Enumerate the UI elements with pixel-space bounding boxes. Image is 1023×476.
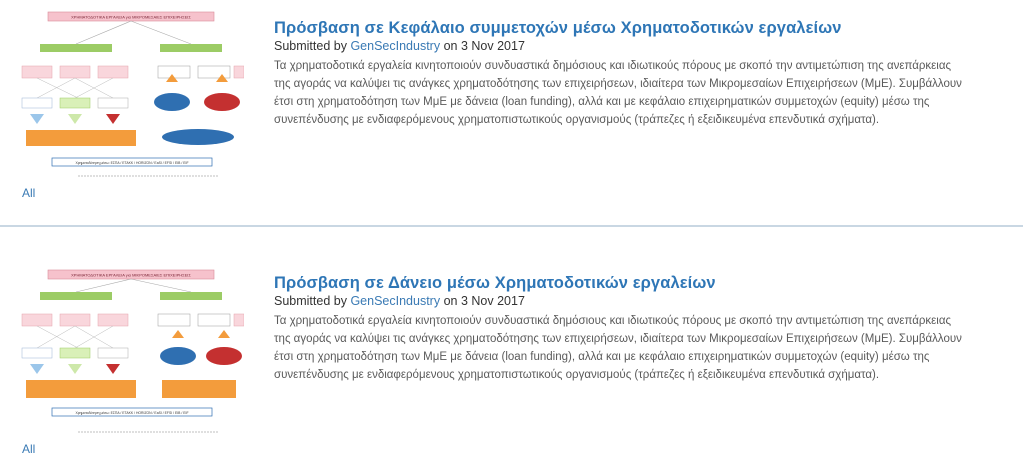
post-item: ΧΡΗΜΑΤΟΔΟΤΙΚΑ ΕΡΓΑΛΕΙΑ για ΜΙΚΡΟΜΕΣΑΙΕΣ … (0, 0, 1023, 226)
diagram-thumbnail-image: ΧΡΗΜΑΤΟΔΟΤΙΚΑ ΕΡΓΑΛΕΙΑ για ΜΙΚΡΟΜΕΣΑΙΕΣ … (21, 11, 245, 177)
submitted-by-label: Submitted by (274, 294, 347, 308)
post-date: 3 Nov 2017 (460, 39, 525, 53)
thumb-heading: ΧΡΗΜΑΤΟΔΟΤΙΚΑ ΕΡΓΑΛΕΙΑ για ΜΙΚΡΟΜΕΣΑΙΕΣ … (71, 15, 191, 20)
on-label: on (443, 39, 458, 53)
body-line: συνεπένδυσης με ενδιαφερόμενους χρηματοπ… (274, 369, 880, 381)
thumb-heading: ΧΡΗΜΑΤΟΔΟΤΙΚΑ ΕΡΓΑΛΕΙΑ για ΜΙΚΡΟΜΕΣΑΙΕΣ … (71, 273, 191, 278)
post-meta: Submitted by GenSecIndustry on 3 Nov 201… (274, 294, 525, 308)
diagram-thumbnail-image: ΧΡΗΜΑΤΟΔΟΤΙΚΑ ΕΡΓΑΛΕΙΑ για ΜΙΚΡΟΜΕΣΑΙΕΣ … (21, 269, 245, 433)
post-body: Τα χρηματοδοτικά εργαλεία κινητοποιούν σ… (274, 57, 1009, 129)
category-link[interactable]: All (22, 186, 35, 200)
on-label: on (443, 294, 458, 308)
thumb-footer: Χρηματοδότηση μέσω: ΕΣΠΑ / ΕΤΑΚΚ / HORIZ… (75, 411, 188, 415)
body-line: συνεπένδυσης με ενδιαφερόμενους χρηματοπ… (274, 114, 880, 126)
post-title-link[interactable]: Πρόσβαση σε Κεφάλαιο συμμετοχών μέσω Χρη… (274, 19, 842, 38)
body-line: της αγοράς να καλύψει τις ανάγκες χρηματ… (274, 333, 962, 345)
post-thumbnail[interactable]: ΧΡΗΜΑΤΟΔΟΤΙΚΑ ΕΡΓΑΛΕΙΑ για ΜΙΚΡΟΜΕΣΑΙΕΣ … (18, 268, 245, 440)
body-line: Τα χρηματοδοτικά εργαλεία κινητοποιούν σ… (274, 60, 952, 72)
author-link[interactable]: GenSecIndustry (350, 39, 440, 53)
body-line: της αγοράς να καλύψει τις ανάγκες χρηματ… (274, 78, 962, 90)
author-link[interactable]: GenSecIndustry (350, 294, 440, 308)
post-item: ΧΡΗΜΑΤΟΔΟΤΙΚΑ ΕΡΓΑΛΕΙΑ για ΜΙΚΡΟΜΕΣΑΙΕΣ … (0, 228, 1023, 476)
post-thumbnail[interactable]: ΧΡΗΜΑΤΟΔΟΤΙΚΑ ΕΡΓΑΛΕΙΑ για ΜΙΚΡΟΜΕΣΑΙΕΣ … (18, 10, 245, 182)
post-separator (0, 225, 1023, 227)
post-date: 3 Nov 2017 (460, 294, 525, 308)
post-body: Τα χρηματοδοτικά εργαλεία κινητοποιούν σ… (274, 312, 1009, 384)
body-line: έτσι στη χρηματοδότηση των ΜμΕ με δάνεια… (274, 96, 930, 108)
post-meta: Submitted by GenSecIndustry on 3 Nov 201… (274, 39, 525, 53)
category-link[interactable]: All (22, 442, 35, 456)
post-title-link[interactable]: Πρόσβαση σε Δάνειο μέσω Χρηματοδοτικών ε… (274, 274, 716, 293)
body-line: Τα χρηματοδοτικά εργαλεία κινητοποιούν σ… (274, 315, 952, 327)
submitted-by-label: Submitted by (274, 39, 347, 53)
body-line: έτσι στη χρηματοδότηση των ΜμΕ με δάνεια… (274, 351, 930, 363)
thumb-footer: Χρηματοδότηση μέσω: ΕΣΠΑ / ΕΤΑΚΚ / HORIZ… (75, 161, 188, 165)
